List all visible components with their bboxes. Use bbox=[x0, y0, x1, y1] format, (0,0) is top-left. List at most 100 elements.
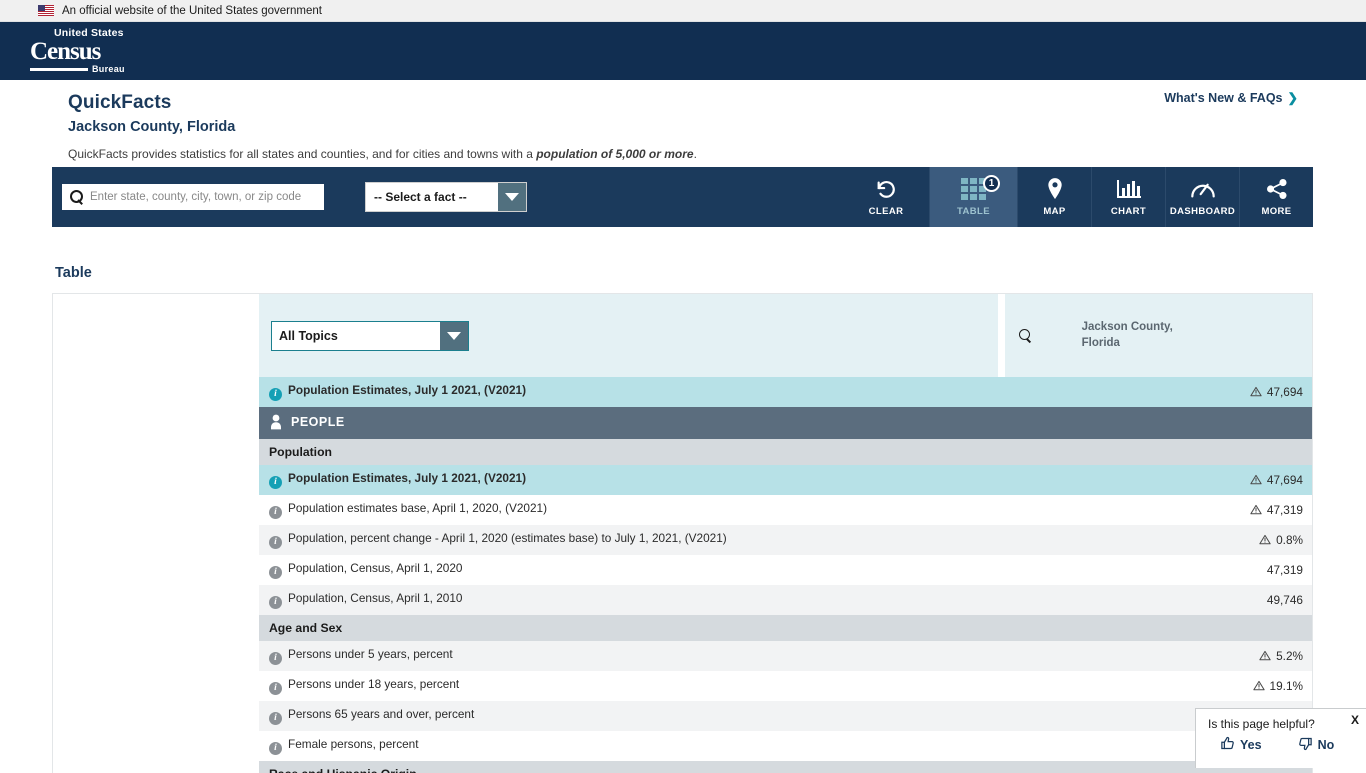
fact-label-cell[interactable]: iPopulation, percent change - April 1, 2… bbox=[259, 525, 998, 555]
facts-table-body: i Population Estimates, July 1 2021, (V20… bbox=[259, 377, 1313, 773]
footnote-warning-icon[interactable] bbox=[1250, 504, 1262, 515]
feedback-widget: X Is this page helpful? Yes No bbox=[1195, 708, 1366, 768]
census-header: United States Census Bureau bbox=[0, 22, 1366, 80]
fact-value: 5.2% bbox=[1276, 649, 1303, 663]
feedback-yes-label: Yes bbox=[1240, 738, 1262, 752]
fact-value-cell: 47,319 bbox=[1005, 555, 1313, 585]
dashboard-button[interactable]: DASHBOARD bbox=[1165, 167, 1239, 227]
fact-label-cell[interactable]: i Persons under 5 years, percent bbox=[259, 641, 998, 671]
table-row: i Persons under 18 years, percent 19.1% bbox=[259, 671, 1313, 701]
clear-button[interactable]: CLEAR bbox=[843, 167, 929, 227]
fact-label-cell[interactable]: i Female persons, percent bbox=[259, 731, 998, 761]
fact-label: Persons under 5 years, percent bbox=[288, 647, 453, 661]
search-toolbar: -- Select a fact -- CLEAR 1 TABLE bbox=[52, 167, 1313, 227]
thumbs-up-icon bbox=[1220, 736, 1235, 754]
official-gov-banner: An official website of the United States… bbox=[0, 0, 1366, 22]
fact-label: Persons under 18 years, percent bbox=[288, 677, 459, 691]
close-icon[interactable]: X bbox=[1351, 713, 1359, 727]
fact-label-cell[interactable]: iPopulation, Census, April 1, 2010 bbox=[259, 585, 998, 615]
census-bureau-logo[interactable]: United States Census Bureau bbox=[30, 28, 125, 75]
facts-table: All Topics Jackson County, Florida bbox=[259, 294, 1313, 773]
info-icon[interactable]: i bbox=[269, 652, 282, 665]
geography-column-name: Jackson County, Florida bbox=[1082, 320, 1173, 351]
bar-chart-icon bbox=[1117, 177, 1141, 201]
footnote-warning-icon[interactable] bbox=[1250, 474, 1262, 485]
table-label: TABLE bbox=[957, 206, 990, 217]
fact-label: Female persons, percent bbox=[288, 737, 419, 751]
table-row: iPersons 65 years and over, percent20.2% bbox=[259, 701, 1313, 731]
info-icon[interactable]: i bbox=[269, 712, 282, 725]
fact-label-cell[interactable]: iPersons 65 years and over, percent bbox=[259, 701, 998, 731]
info-icon[interactable]: i bbox=[269, 596, 282, 609]
logo-rule bbox=[30, 68, 88, 71]
info-icon[interactable]: i bbox=[269, 742, 282, 755]
footnote-warning-icon[interactable] bbox=[1250, 386, 1262, 397]
fact-value-cell: 47,694 bbox=[1005, 465, 1313, 495]
table-row: i Population Estimates, July 1 2021, (V20… bbox=[259, 377, 1313, 407]
table-section-heading: Table bbox=[55, 265, 92, 281]
fact-label-cell[interactable]: iPopulation estimates base, April 1, 202… bbox=[259, 495, 998, 525]
footnote-warning-icon[interactable] bbox=[1259, 534, 1271, 545]
toolbar-actions: CLEAR 1 TABLE MAP bbox=[843, 167, 1313, 227]
table-subsection-value bbox=[1005, 615, 1313, 641]
table-subsection-header: Age and Sex bbox=[259, 615, 1313, 641]
info-icon[interactable]: i bbox=[269, 506, 282, 519]
fact-value: 49,746 bbox=[1267, 593, 1303, 607]
geography-search-box[interactable] bbox=[62, 184, 324, 210]
info-icon[interactable]: i bbox=[269, 566, 282, 579]
info-icon[interactable]: i bbox=[269, 476, 282, 489]
table-section-label: PEOPLE bbox=[259, 407, 1313, 439]
fact-label-cell[interactable]: i Population, Census, April 1, 2020 bbox=[259, 555, 998, 585]
table-row: iPopulation, Census, April 1, 2010 49,746 bbox=[259, 585, 1313, 615]
fact-value: 47,694 bbox=[1267, 473, 1303, 487]
description-emphasis: population of 5,000 or more bbox=[536, 147, 693, 161]
select-a-fact-dropdown[interactable]: -- Select a fact -- bbox=[365, 182, 527, 212]
whats-new-faqs-link[interactable]: What's New & FAQs❯ bbox=[1164, 90, 1298, 105]
fact-label-cell[interactable]: iPopulation Estimates, July 1 2021, (V20… bbox=[259, 465, 998, 495]
feedback-no-label: No bbox=[1318, 738, 1335, 752]
us-flag-icon bbox=[38, 5, 54, 16]
logo-bureau: Bureau bbox=[92, 65, 125, 74]
feedback-yes-button[interactable]: Yes bbox=[1220, 736, 1262, 754]
table-subsection-label: Age and Sex bbox=[259, 615, 998, 641]
feedback-no-button[interactable]: No bbox=[1298, 736, 1335, 754]
all-topics-dropdown[interactable]: All Topics bbox=[271, 321, 469, 351]
fact-label-cell[interactable]: i Persons under 18 years, percent bbox=[259, 671, 998, 701]
more-button[interactable]: MORE bbox=[1239, 167, 1313, 227]
map-label: MAP bbox=[1043, 206, 1065, 217]
table-count-badge: 1 bbox=[983, 175, 1000, 192]
gov-banner-text: An official website of the United States… bbox=[62, 5, 322, 17]
table-button[interactable]: 1 TABLE bbox=[929, 167, 1017, 227]
geo-line-1: Jackson County, bbox=[1082, 321, 1173, 333]
info-icon[interactable]: i bbox=[269, 388, 282, 401]
footnote-warning-icon[interactable] bbox=[1253, 680, 1265, 691]
page-description: QuickFacts provides statistics for all s… bbox=[68, 147, 1366, 161]
chevron-down-icon[interactable] bbox=[440, 322, 468, 350]
fact-value-cell: 47,319 bbox=[1005, 495, 1313, 525]
thumbs-down-icon bbox=[1298, 736, 1313, 754]
fact-value: 19.1% bbox=[1270, 679, 1303, 693]
fact-label: Population, Census, April 1, 2020 bbox=[288, 561, 462, 575]
table-subsection-value bbox=[1005, 439, 1313, 465]
chart-button[interactable]: CHART bbox=[1091, 167, 1165, 227]
table-subsection-header: Race and Hispanic Origin bbox=[259, 761, 1313, 773]
info-icon[interactable]: i bbox=[269, 682, 282, 695]
table-subsection-header: Population bbox=[259, 439, 1313, 465]
map-pin-icon bbox=[1045, 177, 1065, 201]
select-a-fact-value: -- Select a fact -- bbox=[366, 190, 467, 204]
search-input[interactable] bbox=[90, 191, 318, 203]
fact-label-cell[interactable]: i Population Estimates, July 1 2021, (V20… bbox=[259, 377, 998, 407]
map-button[interactable]: MAP bbox=[1017, 167, 1091, 227]
fact-label: Population Estimates, July 1 2021, (V202… bbox=[288, 383, 526, 397]
feedback-question: Is this page helpful? bbox=[1208, 717, 1356, 731]
chevron-down-icon[interactable] bbox=[498, 183, 526, 211]
fact-value: 47,694 bbox=[1267, 385, 1303, 399]
page-title-block: QuickFacts Jackson County, Florida Quick… bbox=[0, 80, 1366, 161]
info-icon[interactable]: i bbox=[269, 536, 282, 549]
fact-value-cell: 19.1% bbox=[1005, 671, 1313, 701]
footnote-warning-icon[interactable] bbox=[1259, 650, 1271, 661]
more-label: MORE bbox=[1261, 206, 1291, 217]
search-icon[interactable] bbox=[1019, 329, 1032, 342]
geography-subtitle: Jackson County, Florida bbox=[68, 119, 1366, 135]
whats-new-faqs-label: What's New & FAQs bbox=[1164, 91, 1282, 105]
